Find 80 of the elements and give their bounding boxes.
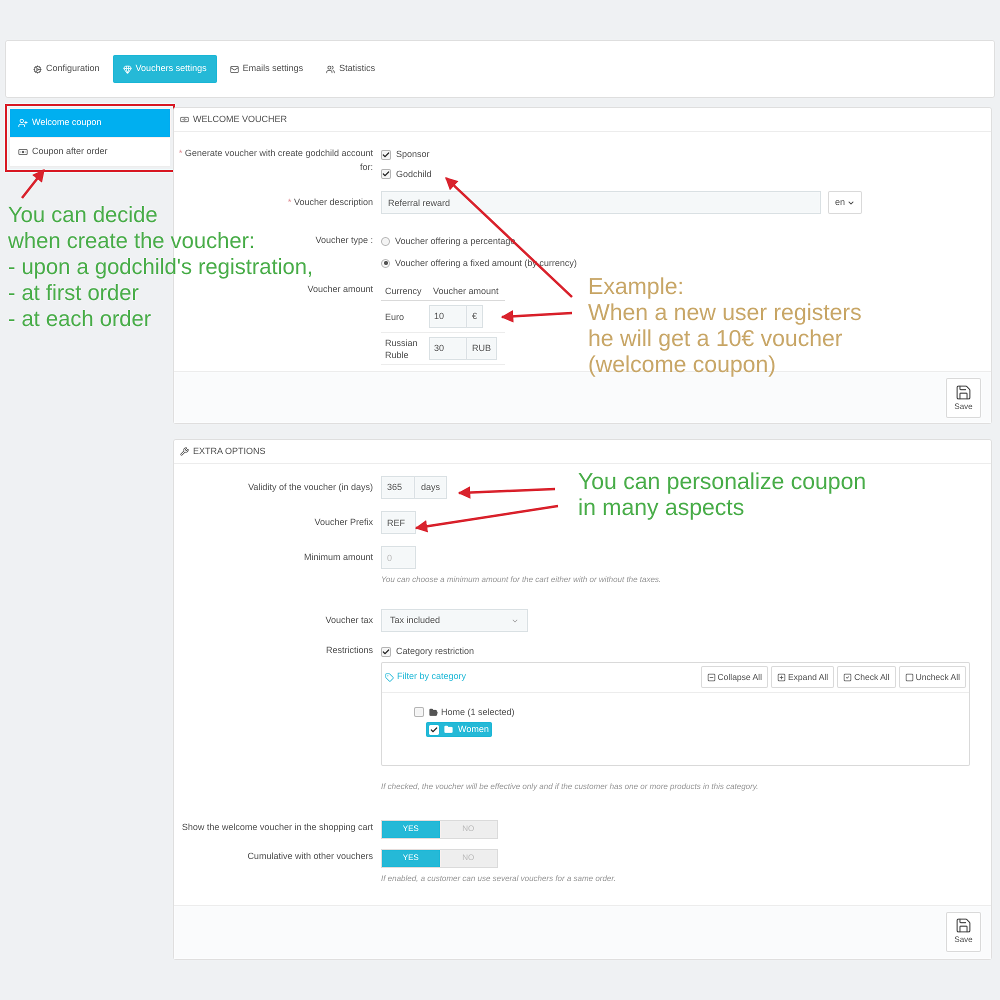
help-text: If checked, the voucher will be effective only and if the customer has one or more products in this category. (381, 780, 760, 792)
tab[interactable]: Emails settings (220, 55, 314, 83)
minus-square-icon (706, 672, 716, 682)
tag-icon (385, 672, 394, 682)
save-icon (955, 384, 972, 400)
annotation-text: in many aspects (578, 494, 744, 520)
annotation-arrow (500, 310, 572, 323)
field-label: Voucher Prefix (314, 516, 373, 527)
banknote-icon (18, 147, 28, 157)
table-cell-text: Euro (384, 310, 406, 322)
minimum-amount-field[interactable]: 0 (381, 546, 416, 569)
save-button[interactable]: Save (946, 378, 981, 418)
gem-icon (122, 64, 132, 74)
unit-label: RUB (466, 338, 496, 359)
annotation-text: Example: (588, 273, 684, 299)
mail-icon (230, 64, 239, 74)
checked-square-icon (843, 672, 852, 682)
square-icon (904, 672, 914, 682)
annotation-text: (welcome coupon) (588, 351, 776, 377)
tree-button[interactable]: Expand All (770, 666, 834, 688)
prefix-field[interactable]: REF (381, 511, 416, 534)
tree-button[interactable]: Uncheck All (898, 666, 966, 688)
annotation-text: - upon a godchild's registration, (8, 254, 314, 280)
field-label: Restrictions (326, 645, 373, 655)
checkbox[interactable] (381, 150, 391, 160)
checkbox[interactable] (414, 707, 424, 718)
annotation-text: - at each order (8, 306, 152, 332)
tab[interactable]: Configuration (23, 55, 110, 83)
field-label: Voucher tax (325, 614, 373, 625)
table-cell-text: Russian Ruble (384, 336, 419, 360)
annotation-text: You can decide (8, 202, 158, 228)
panel-title: EXTRA OPTIONS (193, 444, 266, 458)
users-icon (326, 64, 336, 74)
field-label: Validity of the voucher (in days) (248, 482, 373, 492)
tab[interactable]: Statistics (316, 55, 386, 83)
tree-item[interactable]: Home (1 selected) (429, 706, 515, 719)
folder-icon (444, 725, 453, 734)
save-icon (955, 917, 972, 934)
field-label: Voucher type : (315, 235, 373, 245)
checkbox-label: Sponsor (396, 148, 430, 161)
checkbox[interactable] (381, 646, 391, 657)
description-field[interactable]: Referral reward (381, 191, 821, 214)
tax-dropdown[interactable]: Tax included (381, 609, 528, 632)
save-button[interactable]: Save (946, 912, 981, 952)
caret-icon (847, 198, 856, 206)
tree-button[interactable]: Collapse All (700, 666, 768, 688)
wrench-icon (180, 447, 189, 456)
help-text: You can choose a minimum amount for the cart either with or without the taxes. (381, 574, 662, 586)
field-label: Cumulative with other vouchers (247, 850, 373, 860)
amount-field[interactable]: 10 € (429, 305, 484, 328)
checkbox[interactable] (381, 169, 391, 180)
banknote-icon (180, 115, 189, 124)
column-header: Voucher amount (432, 284, 500, 298)
annotation-text: he will get a 10€ voucher (588, 325, 842, 351)
annotation-text: You can personalize coupon (578, 468, 866, 494)
radio-button[interactable] (381, 237, 390, 246)
annotation-text: - at first order (8, 280, 139, 306)
field-label: Minimum amount (304, 552, 373, 562)
checkbox-label: Godchild (396, 168, 432, 180)
field-label: Voucher amount (307, 284, 373, 294)
gear-icon (33, 64, 42, 74)
annotation-text: When a new user registers (588, 299, 862, 325)
side-menu-item[interactable]: Coupon after order (10, 138, 170, 167)
user-plus-icon (18, 118, 28, 128)
checkbox-label: Category restriction (396, 645, 474, 658)
language-dropdown[interactable]: en (828, 191, 862, 214)
field-label: * Voucher description (288, 196, 373, 207)
plus-square-icon (776, 672, 786, 682)
unit-label: days (414, 477, 446, 498)
field-label: Show the welcome voucher in the shopping cart (182, 822, 373, 832)
unit-label: € (466, 306, 482, 327)
panel-title: WELCOME VOUCHER (193, 112, 288, 126)
radio-button[interactable] (381, 258, 390, 268)
validity-field[interactable]: 365 days (381, 476, 448, 499)
help-text: If enabled, a customer can use several vouchers for a same order. (381, 872, 616, 884)
field-label: * Generate voucher with create godchild account for: (178, 148, 373, 172)
amount-field[interactable]: 30 RUB (429, 337, 498, 360)
tree-button[interactable]: Check All (837, 666, 896, 688)
column-header: Currency (384, 284, 423, 298)
annotation-text: when create the voucher: (8, 228, 256, 254)
